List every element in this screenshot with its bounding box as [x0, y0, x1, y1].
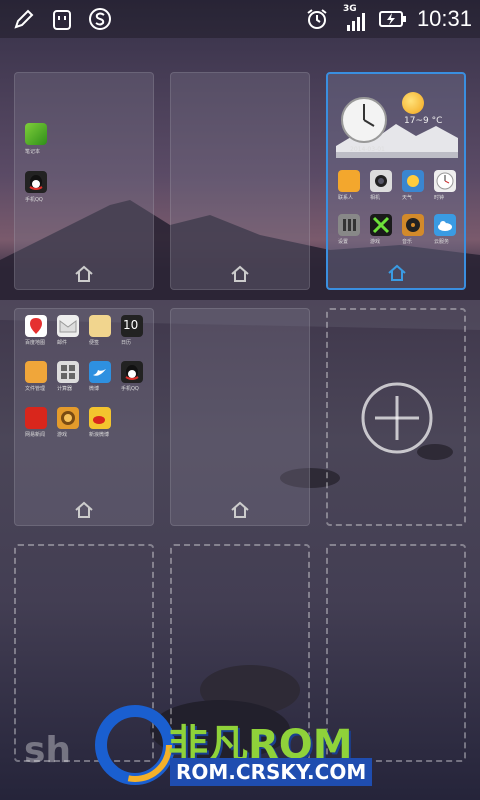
- app-label: 计算器: [57, 386, 73, 392]
- home-page-3[interactable]: 17~9 °C 2014-03-01 联系人 相机 天气 时钟 设置 游戏 音乐…: [326, 72, 466, 290]
- app-label: 天气: [402, 195, 413, 201]
- status-bar: 3G 10:31: [0, 0, 480, 38]
- temperature: 17~9 °C: [404, 116, 443, 126]
- home-page-4[interactable]: 百度地图 邮件 便签 10 日历 文件管理 计算器 微博 手机QQ 网易新闻 游…: [14, 308, 154, 526]
- home-page-1[interactable]: 笔记本 手机QQ: [14, 72, 154, 290]
- app-label: 微博: [89, 386, 100, 392]
- calendar-day: 10: [123, 318, 139, 332]
- crsky-logo-icon: [95, 705, 175, 785]
- app-label: 游戏: [57, 432, 68, 438]
- status-clock: 10:31: [416, 6, 472, 31]
- signal-3g-icon: 3G: [341, 4, 369, 34]
- home-page-5[interactable]: [170, 308, 310, 526]
- app-label: 新浪微博: [89, 432, 110, 438]
- battery-charging-icon: [378, 4, 407, 34]
- cloud-app-icon[interactable]: [434, 214, 456, 236]
- app-label: 邮件: [57, 340, 68, 346]
- home-icon[interactable]: [386, 262, 408, 284]
- app-label: 网易新闻: [25, 432, 46, 438]
- sun-icon: [402, 92, 424, 114]
- home-icon[interactable]: [229, 499, 251, 521]
- contacts-app-icon[interactable]: [338, 170, 360, 192]
- settings-app-icon[interactable]: [338, 214, 360, 236]
- home-icon[interactable]: [73, 499, 95, 521]
- app-label: 便签: [89, 340, 100, 346]
- notes-app-icon[interactable]: [89, 315, 111, 337]
- calculator-app-icon[interactable]: [57, 361, 79, 383]
- maps-app-icon[interactable]: [25, 315, 47, 337]
- widget-date: 2014-03-01: [350, 146, 385, 153]
- mail-app-icon[interactable]: [57, 315, 79, 337]
- game-app-icon[interactable]: [370, 214, 392, 236]
- watermark-prefix: sh: [24, 730, 72, 771]
- app-label: 日历: [121, 340, 132, 346]
- qq-app-icon[interactable]: [25, 171, 47, 193]
- app-label: 时钟: [434, 195, 445, 201]
- app-label: 百度地图: [25, 340, 46, 346]
- app-label: 相机: [370, 195, 381, 201]
- app-label: 文件管理: [25, 386, 46, 392]
- weather-app-icon[interactable]: [402, 170, 424, 192]
- add-icon[interactable]: [361, 382, 433, 454]
- weather-clock-widget[interactable]: 17~9 °C 2014-03-01: [336, 88, 458, 158]
- lion-app-icon[interactable]: [57, 407, 79, 429]
- alarm-icon: [303, 4, 331, 34]
- app-label: 手机QQ: [25, 197, 43, 203]
- files-app-icon[interactable]: [25, 361, 47, 383]
- watermark: sh 非凡ROM ROM.CRSKY.COM: [20, 700, 480, 800]
- qq-app-icon[interactable]: [121, 361, 143, 383]
- clock-app-icon[interactable]: [434, 170, 456, 192]
- music-app-icon[interactable]: [402, 214, 424, 236]
- app-label: 音乐: [402, 239, 413, 245]
- app-label: 设置: [338, 239, 349, 245]
- app-label: 手机QQ: [121, 386, 139, 392]
- camera-app-icon[interactable]: [370, 170, 392, 192]
- home-icon[interactable]: [73, 263, 95, 285]
- twitter-app-icon[interactable]: [89, 361, 111, 383]
- app-label: 联系人: [338, 195, 354, 201]
- shield-s-icon: [86, 4, 114, 34]
- usb-icon: [48, 4, 76, 34]
- calendar-app-icon[interactable]: 10: [121, 315, 143, 337]
- add-page-slot[interactable]: [326, 308, 466, 526]
- pen-icon: [10, 4, 38, 34]
- app-label: 游戏: [370, 239, 381, 245]
- app-label: 笔记本: [25, 149, 41, 155]
- pen-app-icon[interactable]: [25, 123, 47, 145]
- weibo-app-icon[interactable]: [89, 407, 111, 429]
- analog-clock: [341, 97, 387, 143]
- network-type-label: 3G: [342, 4, 357, 14]
- brand-url: ROM.CRSKY.COM: [170, 758, 373, 786]
- home-icon[interactable]: [229, 263, 251, 285]
- app-label: 云服务: [434, 239, 450, 245]
- netease-app-icon[interactable]: [25, 407, 47, 429]
- home-page-2[interactable]: [170, 72, 310, 290]
